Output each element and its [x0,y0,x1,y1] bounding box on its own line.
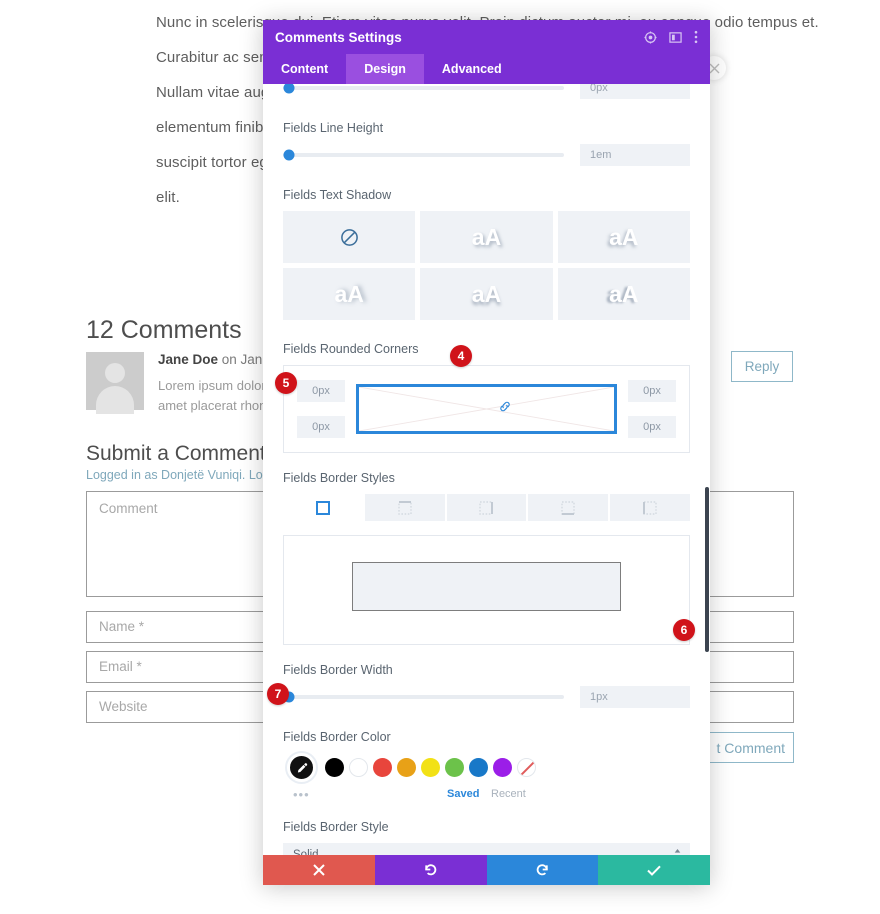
step-badge-6: 6 [673,619,695,641]
swatch-green[interactable] [445,758,464,777]
corner-top-left-value[interactable]: 0px [297,380,345,402]
tab-design[interactable]: Design [346,54,424,84]
more-vertical-icon[interactable] [694,30,698,44]
rounded-corners-panel: 0px 0px 0px 0px [283,365,690,453]
fields-border-width-value[interactable]: 1px [580,686,690,708]
swatch-blue[interactable] [469,758,488,777]
top-cut-slider-row[interactable]: 0px [283,84,690,99]
step-badge-4: 4 [450,345,472,367]
fields-line-height-knob[interactable] [283,149,295,161]
save-button[interactable] [598,855,710,885]
fields-border-width-row[interactable]: 1px [283,686,690,708]
border-style-bottom-icon[interactable] [528,494,609,521]
fields-border-style-select[interactable]: Solid [283,843,690,855]
text-shadow-option-5[interactable]: aA [557,268,690,320]
corner-bottom-right-value[interactable]: 0px [628,416,676,438]
modal-title: Comments Settings [275,29,402,45]
text-shadow-option-2[interactable]: aA [557,211,690,263]
swatch-black[interactable] [325,758,344,777]
tab-advanced[interactable]: Advanced [424,54,520,84]
redo-button[interactable] [486,855,599,885]
fields-line-height-group: Fields Line Height 1em [283,121,690,166]
fields-border-style-label: Fields Border Style [283,820,389,834]
fields-border-width-label: Fields Border Width [283,663,393,677]
fields-line-height-label: Fields Line Height [283,121,384,135]
tab-content[interactable]: Content [263,54,346,84]
fields-text-shadow-group: Fields Text Shadow aA aA aA aA aA [283,188,690,320]
top-cut-value[interactable]: 0px [580,84,690,99]
fields-line-height-track[interactable] [283,149,564,161]
more-colors-button[interactable]: ••• [293,787,310,802]
fields-border-width-group: Fields Border Width 1px [283,663,690,708]
swatch-purple[interactable] [493,758,512,777]
modal-body[interactable]: 0px Fields Line Height 1em Fields Text S… [263,84,710,855]
avatar-head-icon [105,363,125,383]
modal-scrollbar-thumb[interactable] [705,487,709,652]
fields-border-width-track[interactable] [283,691,564,703]
swatch-white[interactable] [349,758,368,777]
reply-button[interactable]: Reply [731,351,793,382]
comments-count-heading: 12 Comments [86,316,242,344]
border-style-all-icon[interactable] [283,494,363,521]
fields-text-shadow-label: Fields Text Shadow [283,188,392,202]
text-shadow-options: aA aA aA aA aA [283,211,690,320]
fields-line-height-value[interactable]: 1em [580,144,690,166]
undo-button[interactable] [374,855,487,885]
chevron-updown-icon [674,848,681,856]
top-cut-slider-knob[interactable] [283,84,295,94]
cancel-button[interactable] [263,855,375,885]
border-style-top-icon[interactable] [364,494,445,521]
border-style-right-icon[interactable] [446,494,527,521]
comment-author-name: Jane Doe [158,352,219,367]
modal-tabs: Content Design Advanced [263,54,710,84]
text-shadow-option-3[interactable]: aA [283,268,416,320]
avatar-body-icon [96,386,134,414]
submit-comment-heading: Submit a Comment [86,442,266,465]
avatar [86,352,144,414]
corner-bottom-left-value[interactable]: 0px [297,416,345,438]
layout-icon[interactable] [669,31,682,44]
top-cut-slider-track[interactable] [283,84,564,94]
modal-footer [263,855,710,885]
fields-border-style-group: Fields Border Style Solid [283,820,690,855]
border-preview-panel [283,535,690,645]
fields-border-style-value: Solid [293,848,319,856]
modal-header: Comments Settings [263,20,710,54]
corner-top-right-value[interactable]: 0px [628,380,676,402]
swatch-transparent[interactable] [517,758,536,777]
fields-border-styles-group: Fields Border Styles [283,471,690,521]
color-picker-eyedropper-icon[interactable] [287,753,316,782]
border-style-left-icon[interactable] [610,494,690,521]
step-badge-5: 5 [275,372,297,394]
top-cut-slider-group: 0px [283,84,690,99]
modal-header-icons [644,30,698,44]
saved-colors-tab[interactable]: Saved [447,788,479,800]
swatch-yellow[interactable] [421,758,440,777]
recent-colors-tab[interactable]: Recent [491,788,526,800]
text-shadow-option-none[interactable] [283,211,416,263]
swatch-red[interactable] [373,758,392,777]
comments-settings-modal: Comments Settings Content Design Advance… [263,20,710,885]
fields-rounded-corners-group: Fields Rounded Corners 0px 0px 0px 0px [283,342,690,453]
border-styles-options [283,494,690,521]
fields-border-color-label: Fields Border Color [283,730,391,744]
fields-rounded-corners-label: Fields Rounded Corners [283,342,419,356]
fields-border-styles-label: Fields Border Styles [283,471,395,485]
target-icon[interactable] [644,30,657,44]
fields-border-color-group: Fields Border Color ••• Saved Recent [283,730,690,802]
swatch-orange[interactable] [397,758,416,777]
corner-diagonals [359,387,614,431]
rounded-corners-preview-box[interactable] [356,384,617,434]
color-swatch-subrow: ••• Saved Recent [283,786,690,802]
text-shadow-option-4[interactable]: aA [420,268,553,320]
fields-line-height-row[interactable]: 1em [283,144,690,166]
color-swatch-row [283,753,690,782]
link-icon[interactable] [498,400,511,418]
text-shadow-option-1[interactable]: aA [420,211,553,263]
step-badge-7: 7 [267,683,289,705]
border-preview-box [352,562,621,611]
